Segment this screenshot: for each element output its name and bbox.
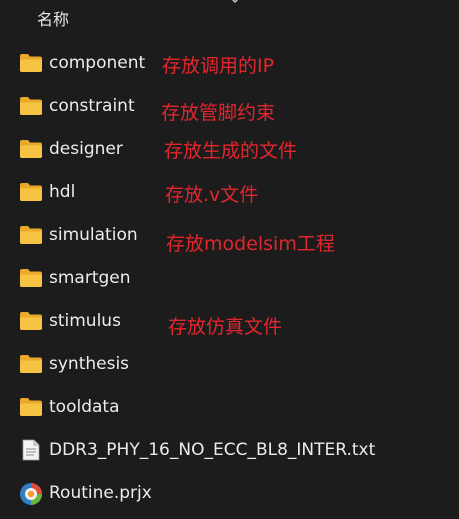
folder-icon [20, 97, 42, 115]
file-name[interactable]: synthesis [49, 354, 129, 374]
list-item-synthesis[interactable]: synthesis [0, 343, 459, 386]
folder-icon [20, 398, 42, 416]
annotation-text: 存放调用的IP [162, 55, 275, 77]
sort-chevron-icon[interactable] [229, 0, 241, 4]
list-item-text-file[interactable]: DDR3_PHY_16_NO_ECC_BL8_INTER.txt [0, 429, 459, 472]
annotation-text: 存放modelsim工程 [166, 233, 335, 255]
folder-icon [20, 355, 42, 373]
project-file-icon [20, 483, 42, 505]
annotation-text: 存放仿真文件 [168, 316, 283, 338]
list-item-smartgen[interactable]: smartgen [0, 257, 459, 300]
folder-icon [20, 183, 42, 201]
folder-icon [20, 226, 42, 244]
folder-icon [20, 54, 42, 72]
file-name[interactable]: component [49, 53, 145, 73]
list-item-project-file[interactable]: Routine.prjx [0, 472, 459, 515]
file-name[interactable]: designer [49, 139, 123, 159]
annotation-text: 存放生成的文件 [164, 140, 298, 162]
file-name[interactable]: DDR3_PHY_16_NO_ECC_BL8_INTER.txt [49, 440, 375, 460]
folder-icon [20, 140, 42, 158]
file-name[interactable]: tooldata [49, 397, 119, 417]
file-name[interactable]: Routine.prjx [49, 483, 152, 503]
list-item-tooldata[interactable]: tooldata [0, 386, 459, 429]
file-explorer-panel: 名称 component 存放调用的IP constraint 存放管脚约束 d… [0, 0, 459, 519]
column-header[interactable]: 名称 [0, 0, 459, 34]
file-name[interactable]: simulation [49, 225, 138, 245]
name-column-header[interactable]: 名称 [37, 6, 69, 30]
annotation-text: 存放管脚约束 [161, 102, 276, 124]
file-name[interactable]: constraint [49, 96, 135, 116]
text-file-icon [22, 439, 40, 461]
annotation-text: 存放.v文件 [165, 184, 259, 206]
file-name[interactable]: hdl [49, 182, 75, 202]
file-name[interactable]: stimulus [49, 311, 121, 331]
folder-icon [20, 269, 42, 287]
folder-icon [20, 312, 42, 330]
file-name[interactable]: smartgen [49, 268, 131, 288]
